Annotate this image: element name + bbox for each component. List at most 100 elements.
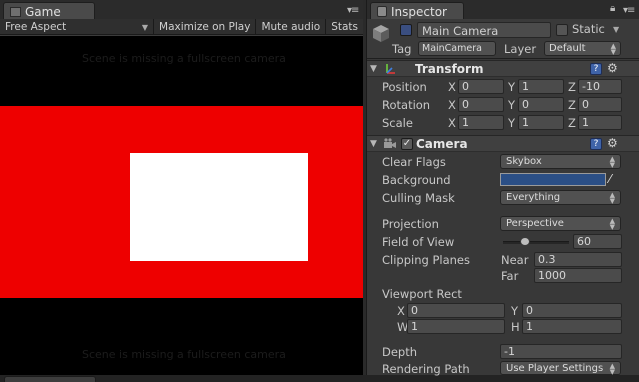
panel-menu-icon[interactable]: ▾≡ [347, 5, 359, 16]
static-checkbox[interactable] [556, 24, 568, 36]
gear-icon[interactable]: ⚙︎ [607, 136, 618, 150]
clear-flags-value: Skybox [506, 156, 542, 167]
tab-game-label: Game [25, 4, 61, 19]
game-tabbar: Game ▾≡ [0, 0, 363, 19]
viewport-x-field[interactable]: 0 [407, 303, 505, 318]
help-icon[interactable]: ? [590, 138, 602, 150]
fov-slider-thumb[interactable] [520, 237, 530, 246]
depth-field[interactable]: -1 [500, 344, 622, 359]
bottom-tab[interactable] [4, 376, 96, 382]
camera-header[interactable]: ▼ ✓ Camera ? ⚙︎ [367, 135, 639, 152]
projection-row: Projection Perspective ▲ ▼ [367, 215, 639, 233]
scale-x-field[interactable]: 1 [458, 115, 504, 130]
gameobject-name-field[interactable]: Main Camera [417, 22, 551, 38]
tag-label: Tag [392, 42, 412, 56]
camera-title: Camera [416, 137, 468, 151]
near-label: Near [501, 253, 529, 267]
culling-mask-value: Everything [506, 192, 561, 203]
viewport-h-field[interactable]: 1 [522, 319, 622, 334]
aspect-dropdown[interactable]: Free Aspect ▼ [0, 19, 155, 34]
tab-inspector-label: Inspector [391, 4, 447, 19]
camera-enabled-checkbox[interactable]: ✓ [401, 138, 413, 150]
position-x-field[interactable]: 0 [458, 79, 504, 94]
game-panel: Game ▾≡ Free Aspect ▼ Maximize on Play M… [0, 0, 363, 375]
tag-dropdown[interactable]: MainCamera [418, 41, 496, 56]
tag-value: MainCamera [422, 43, 482, 54]
rotation-row: Rotation X 0 Y 0 Z 0 [367, 96, 639, 114]
maximize-on-play-toggle[interactable]: Maximize on Play [154, 19, 257, 34]
fov-slider-track[interactable] [503, 241, 569, 244]
dropdown-arrows-icon: ▲ ▼ [609, 155, 615, 169]
projection-label: Projection [382, 217, 439, 231]
clear-flags-label: Clear Flags [382, 155, 446, 169]
dropdown-arrows-icon: ▲ ▼ [609, 362, 615, 376]
viewport-y-field[interactable]: 0 [522, 303, 622, 318]
aspect-dropdown-label: Free Aspect [5, 21, 67, 33]
active-checkbox[interactable] [400, 24, 412, 36]
depth-label: Depth [382, 345, 418, 359]
axis-x-label: X [448, 98, 456, 112]
near-field[interactable]: 0.3 [534, 252, 622, 267]
inspector-tabbar: Inspector 🔒︎ ▾≡ [367, 0, 639, 19]
help-icon[interactable]: ? [590, 63, 602, 75]
layer-label: Layer [504, 42, 537, 56]
far-field[interactable]: 1000 [534, 268, 622, 283]
info-icon [377, 6, 387, 17]
stats-toggle[interactable]: Stats [326, 19, 363, 34]
transform-header[interactable]: ▼ Transform ? ⚙︎ [367, 60, 639, 77]
rendering-path-dropdown[interactable]: Use Player Settings ▲ ▼ [500, 361, 621, 376]
scale-label: Scale [382, 116, 413, 130]
clear-flags-dropdown[interactable]: Skybox ▲ ▼ [500, 154, 621, 169]
axis-x-label: X [448, 116, 456, 130]
viewport-w-field[interactable]: 1 [407, 319, 505, 334]
transform-axes-icon [386, 64, 395, 74]
rotation-z-field[interactable]: 0 [578, 97, 622, 112]
clipping-far-row: Far 1000 [367, 267, 639, 285]
axis-y-label: Y [508, 80, 516, 94]
axis-z-label: Z [568, 98, 576, 112]
background-color-field[interactable] [500, 173, 606, 186]
projection-dropdown[interactable]: Perspective ▲ ▼ [500, 216, 621, 231]
scale-y-field[interactable]: 1 [518, 115, 564, 130]
gear-icon[interactable]: ⚙︎ [607, 61, 618, 75]
axis-y-label: Y [508, 116, 516, 130]
lock-icon[interactable]: 🔒︎ [610, 3, 615, 14]
axis-z-label: Z [568, 116, 576, 130]
culling-mask-label: Culling Mask [382, 191, 455, 205]
layer-dropdown[interactable]: Default ▲ ▼ [544, 41, 621, 56]
background-row: Background ⁄ [367, 171, 639, 189]
culling-mask-dropdown[interactable]: Everything ▲ ▼ [500, 190, 621, 205]
dropdown-arrows-icon: ▲ ▼ [610, 42, 616, 56]
static-dropdown-icon[interactable]: ▼ [613, 25, 619, 34]
fov-field[interactable]: 60 [573, 234, 622, 249]
scale-z-field[interactable]: 1 [578, 115, 622, 130]
panel-menu-icon[interactable]: ▾≡ [623, 5, 635, 16]
tab-game[interactable]: Game [3, 2, 95, 19]
rotation-y-field[interactable]: 0 [518, 97, 564, 112]
position-label: Position [382, 80, 427, 94]
axis-z-label: Z [568, 80, 576, 94]
rotation-label: Rotation [382, 98, 431, 112]
axis-x-label: X [397, 304, 405, 318]
position-y-field[interactable]: 1 [518, 79, 564, 94]
eyedropper-icon[interactable]: ⁄ [609, 172, 623, 187]
game-viewport[interactable]: Scene is missing a fullscreen camera Sce… [0, 36, 363, 375]
viewport-wh-row: W 1 H 1 [367, 318, 639, 336]
missing-camera-text-bottom: Scene is missing a fullscreen camera [82, 348, 286, 361]
missing-camera-text-top: Scene is missing a fullscreen camera [82, 52, 286, 65]
position-z-field[interactable]: -10 [578, 79, 622, 94]
rendering-path-label: Rendering Path [382, 362, 470, 376]
scale-row: Scale X 1 Y 1 Z 1 [367, 114, 639, 132]
camera-icon [384, 138, 396, 148]
fold-arrow-icon[interactable]: ▼ [370, 64, 377, 74]
stats-label: Stats [331, 21, 358, 33]
axis-y-label: Y [508, 98, 516, 112]
inspector-panel: Inspector 🔒︎ ▾≡ Main Camera Static ▼ Tag… [366, 0, 639, 376]
rotation-x-field[interactable]: 0 [458, 97, 504, 112]
mute-audio-toggle[interactable]: Mute audio [256, 19, 327, 34]
tab-inspector[interactable]: Inspector [370, 2, 464, 19]
fold-arrow-icon[interactable]: ▼ [370, 139, 377, 149]
rendering-path-value: Use Player Settings [506, 363, 604, 374]
background-label: Background [382, 173, 451, 187]
depth-row: Depth -1 [367, 343, 639, 361]
